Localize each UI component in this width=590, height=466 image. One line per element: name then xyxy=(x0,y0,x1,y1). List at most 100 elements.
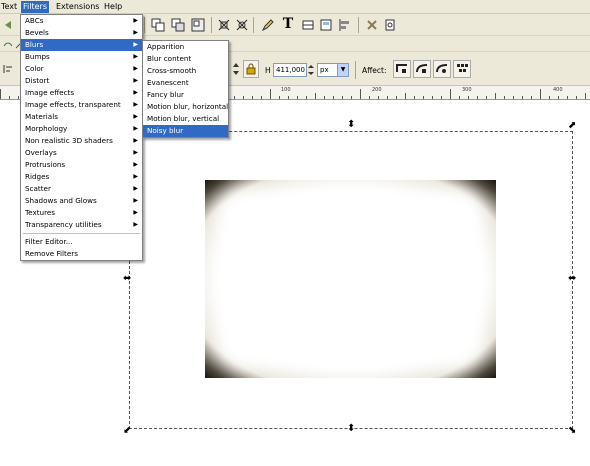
blurs-submenu: Apparition Blur content Cross-smooth Eva… xyxy=(142,40,229,138)
blurs-submenu-item-noisy-blur[interactable]: Noisy blur xyxy=(143,125,228,137)
ruler-tick xyxy=(0,89,1,99)
ruler-tick xyxy=(351,96,352,99)
filters-menu-item[interactable]: Distort ▶ xyxy=(21,75,142,87)
ruler-tick xyxy=(576,96,577,99)
filters-menu-item[interactable]: Non realistic 3D shaders ▶ xyxy=(21,135,142,147)
menu-filters[interactable]: Filters xyxy=(21,1,49,13)
filters-menu-item[interactable]: Morphology ▶ xyxy=(21,123,142,135)
submenu-arrow-icon: ▶ xyxy=(133,113,138,120)
ruler-tick xyxy=(387,96,388,99)
filters-menu-item[interactable]: Protrusions ▶ xyxy=(21,159,142,171)
blurs-submenu-item[interactable]: Cross-smooth xyxy=(143,65,228,77)
spin-up-down-icon[interactable] xyxy=(228,61,244,77)
ruler-tick xyxy=(504,96,505,99)
filters-menu-item[interactable]: ABCs ▶ xyxy=(21,15,142,27)
clone-icon[interactable] xyxy=(170,17,186,33)
submenu-arrow-icon: ▶ xyxy=(133,17,138,24)
scale-handle-bottom-right-icon[interactable]: ⬊ xyxy=(568,426,576,436)
ruler-tick xyxy=(360,89,361,99)
menu-help[interactable]: Help xyxy=(104,2,122,11)
blurs-submenu-item[interactable]: Motion blur, vertical xyxy=(143,113,228,125)
lock-icon[interactable] xyxy=(243,60,259,78)
ruler-tick xyxy=(486,96,487,99)
affect-label: Affect: xyxy=(362,66,387,75)
filters-menu-item[interactable]: Overlays ▶ xyxy=(21,147,142,159)
scale-handle-bottom-icon[interactable]: ⬍ xyxy=(347,424,355,434)
scale-stroke-icon[interactable] xyxy=(393,60,411,78)
menu-text[interactable]: Text xyxy=(1,2,17,11)
ruler-tick xyxy=(396,96,397,99)
blurs-submenu-item[interactable]: Blur content xyxy=(143,53,228,65)
layers-icon[interactable] xyxy=(300,17,316,33)
scale-handle-right-icon[interactable]: ⬌ xyxy=(568,274,576,284)
arrow-left-icon[interactable] xyxy=(0,17,16,33)
ruler-tick xyxy=(234,96,235,99)
scale-handle-left-icon[interactable]: ⬌ xyxy=(123,274,131,284)
transform-patterns-icon[interactable] xyxy=(453,60,471,78)
scale-handle-bottom-left-icon[interactable]: ⬋ xyxy=(123,426,131,436)
filters-menu-item[interactable]: Transparency utilities ▶ xyxy=(21,219,142,231)
ruler-tick xyxy=(432,96,433,99)
height-field[interactable]: 411,000 xyxy=(273,63,307,77)
blurs-submenu-item[interactable]: Fancy blur xyxy=(143,89,228,101)
ruler-tick xyxy=(405,93,406,99)
scale-handle-top-right-icon[interactable]: ⬈ xyxy=(568,121,576,131)
ruler-tick xyxy=(558,96,559,99)
ruler-tick xyxy=(414,96,415,99)
filters-menu-item[interactable]: Image effects, transparent ▶ xyxy=(21,99,142,111)
menu-extensions[interactable]: Extensions xyxy=(56,2,99,11)
remove-filters-item[interactable]: Remove Filters xyxy=(21,248,142,260)
filters-menu-item[interactable]: Image effects ▶ xyxy=(21,87,142,99)
ruler-tick xyxy=(477,96,478,99)
ruler-tick xyxy=(495,93,496,99)
filters-menu-item[interactable]: Materials ▶ xyxy=(21,111,142,123)
ruler-tick xyxy=(567,96,568,99)
filters-menu-item[interactable]: Bumps ▶ xyxy=(21,51,142,63)
duplicate-icon[interactable] xyxy=(150,17,166,33)
pencil-icon[interactable] xyxy=(260,17,276,33)
group-icon[interactable] xyxy=(190,17,206,33)
ruler-tick xyxy=(297,96,298,99)
blurs-submenu-item[interactable]: Apparition xyxy=(143,41,228,53)
submenu-arrow-icon: ▶ xyxy=(133,29,138,36)
document-properties-icon[interactable] xyxy=(382,17,398,33)
filters-menu-item[interactable]: Scatter ▶ xyxy=(21,183,142,195)
chevron-down-icon[interactable]: ▼ xyxy=(337,64,348,76)
ruler-tick xyxy=(585,93,586,99)
submenu-arrow-icon: ▶ xyxy=(133,137,138,144)
ruler-tick xyxy=(342,96,343,99)
ruler-tick xyxy=(540,89,541,99)
blurs-submenu-item[interactable]: Evanescent xyxy=(143,77,228,89)
scale-corners-icon[interactable] xyxy=(413,60,431,78)
filters-menu-item[interactable]: Shadows and Glows ▶ xyxy=(21,195,142,207)
height-spinner-icon[interactable] xyxy=(307,63,315,77)
submenu-arrow-icon: ▶ xyxy=(133,161,138,168)
zoom-selection-icon[interactable] xyxy=(216,17,232,33)
xml-editor-icon[interactable] xyxy=(318,17,334,33)
filter-editor-item[interactable]: Filter Editor... xyxy=(21,236,142,248)
unit-value: px xyxy=(320,66,329,74)
submenu-arrow-icon: ▶ xyxy=(133,125,138,132)
blurs-submenu-item[interactable]: Motion blur, horizontal xyxy=(143,101,228,113)
preferences-icon[interactable] xyxy=(364,17,380,33)
zoom-drawing-icon[interactable] xyxy=(234,17,250,33)
filters-menu-item[interactable]: Ridges ▶ xyxy=(21,171,142,183)
scale-handle-top-icon[interactable]: ⬍ xyxy=(347,120,355,130)
submenu-arrow-icon: ▶ xyxy=(133,209,138,216)
filters-menu-item[interactable]: Color ▶ xyxy=(21,63,142,75)
menubar: Text Filters Extensions Help xyxy=(0,0,590,14)
filters-menu-item[interactable]: Textures ▶ xyxy=(21,207,142,219)
ruler-tick xyxy=(270,89,271,99)
submenu-arrow-icon: ▶ xyxy=(133,89,138,96)
filters-menu-item-blurs[interactable]: Blurs ▶ xyxy=(21,39,142,51)
transform-gradients-icon[interactable] xyxy=(433,60,451,78)
unit-select[interactable]: px ▼ xyxy=(317,63,349,77)
ruler-tick xyxy=(306,96,307,99)
ruler-tick xyxy=(459,96,460,99)
ruler-tick xyxy=(243,96,244,99)
text-tool-icon[interactable]: T xyxy=(280,16,296,32)
align-icon[interactable] xyxy=(337,17,353,33)
filters-menu-item[interactable]: Bevels ▶ xyxy=(21,27,142,39)
align-left-icon[interactable] xyxy=(0,61,16,77)
vignette-photo[interactable] xyxy=(205,180,496,378)
